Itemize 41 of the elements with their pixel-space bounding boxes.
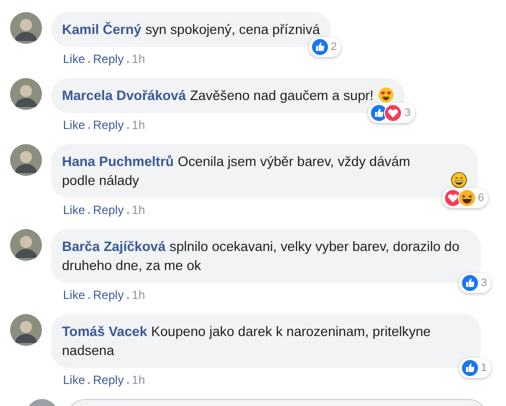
laughing-face-icon (458, 189, 476, 207)
avatar-icon[interactable] (10, 144, 42, 176)
timestamp: 1h (132, 372, 146, 388)
avatar-icon[interactable] (10, 314, 42, 346)
thumbs-up-icon (310, 38, 329, 56)
heart-eyes-emoji-icon (378, 87, 394, 103)
reaction-count: 2 (330, 40, 337, 55)
reaction-count: 3 (404, 106, 411, 121)
timestamp: 1h (132, 202, 146, 218)
like-link[interactable]: Like (63, 287, 86, 303)
like-link[interactable]: Like (63, 117, 86, 133)
timestamp: 1h (132, 287, 146, 303)
comment-text: Kamil Černý syn spokojený, cena příznivá (62, 22, 320, 37)
reply-link[interactable]: Reply (93, 117, 124, 133)
author-link[interactable]: Tomáš Vacek (62, 324, 148, 339)
timestamp: 1h (132, 51, 146, 67)
thumbs-up-icon (460, 359, 479, 377)
like-link[interactable]: Like (63, 202, 86, 218)
reply-link[interactable]: Reply (93, 372, 124, 388)
avatar-icon[interactable] (10, 229, 42, 261)
grinning-face-icon (451, 172, 467, 188)
reaction-count: 6 (478, 190, 484, 206)
comment-text: Marcela Dvořáková Zavěšeno nad gaučem a supr! (62, 87, 374, 105)
comment-text: Hana Puchmeltrů Ocenila jsem výběr barev, vždy dávám podle nálady (62, 153, 412, 190)
reaction-count: 1 (480, 360, 487, 376)
thumbs-up-icon (460, 274, 479, 292)
comment-text: Barča Zajíčková splnilo ocekavani, velky vyber barev, dorazilo do druheho dne, za me ok (62, 239, 460, 273)
comment-text: Tomáš Vacek Koupeno jako darek k narozeninam, pritelkyne nadsena (62, 324, 431, 358)
like-link[interactable]: Like (63, 372, 86, 388)
author-link[interactable]: Marcela Dvořáková (62, 88, 186, 103)
reply-link[interactable]: Reply (93, 51, 124, 67)
avatar-icon[interactable] (10, 12, 42, 44)
reply-link[interactable]: Reply (93, 287, 124, 303)
like-link[interactable]: Like (63, 51, 86, 67)
author-link[interactable]: Hana Puchmeltrů (62, 154, 174, 169)
reply-link[interactable]: Reply (93, 202, 124, 218)
author-link[interactable]: Barča Zajíčková (62, 239, 166, 254)
author-link[interactable]: Kamil Černý (62, 22, 142, 37)
avatar-icon[interactable] (10, 78, 42, 110)
reaction-count: 3 (480, 276, 487, 291)
timestamp: 1h (132, 117, 146, 133)
